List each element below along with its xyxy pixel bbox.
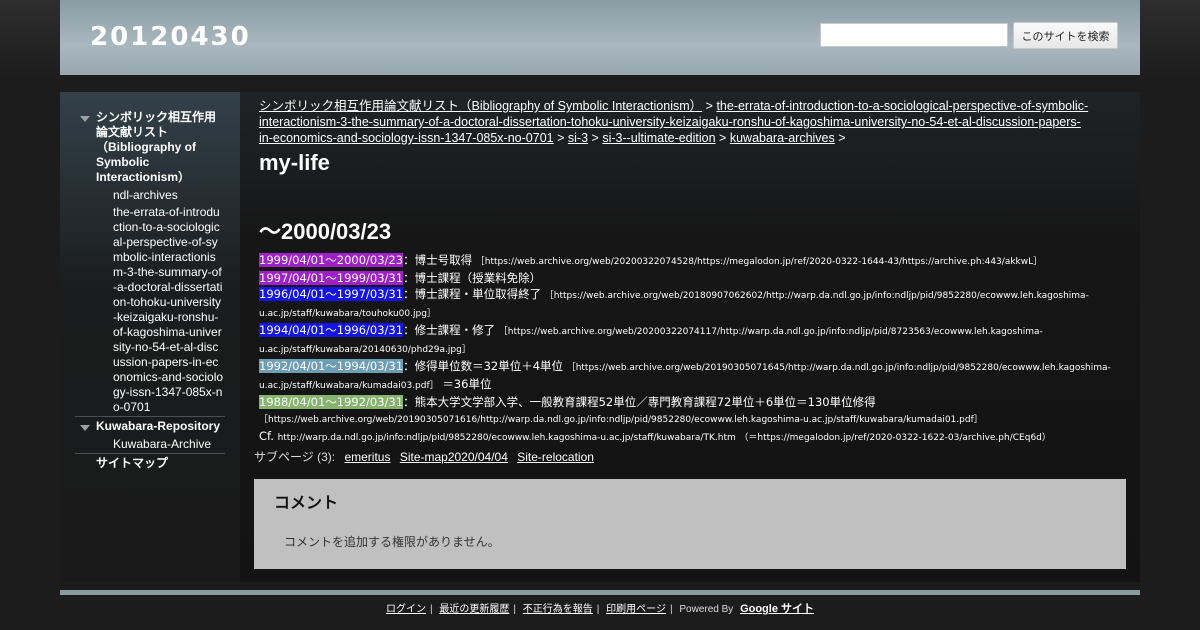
entry-text: ：熊本大学文学部入学、一般教育課程52単位／専門教育課程72単位＋6単位＝130… bbox=[403, 395, 876, 409]
cf-prefix: Cf. bbox=[259, 429, 274, 443]
breadcrumb-separator: > bbox=[705, 99, 713, 113]
site-title[interactable]: 20120430 bbox=[90, 22, 251, 52]
breadcrumb-separator: > bbox=[719, 131, 727, 145]
section-heading: ～2000/03/23 bbox=[259, 219, 392, 244]
breadcrumb: シンボリック相互作用論文献リスト（Bibliography of Symboli… bbox=[259, 98, 1089, 146]
entry-date-highlight: 1992/04/01～1994/03/31 bbox=[259, 359, 404, 373]
footer-google-sites-link[interactable]: Google サイト bbox=[740, 603, 814, 615]
main-content: シンボリック相互作用論文献リスト（Bibliography of Symboli… bbox=[240, 92, 1140, 582]
sidebar-item-kuwabara-repository[interactable]: Kuwabara-Repository bbox=[96, 419, 220, 434]
sidebar-section-bibliography: シンボリック相互作用論文献リスト（Bibliography of Symboli… bbox=[75, 108, 225, 416]
comments-panel: コメント コメントを追加する権限がありません。 bbox=[254, 479, 1126, 569]
search-input[interactable] bbox=[820, 23, 1008, 47]
subpage-link[interactable]: emeritus bbox=[344, 450, 390, 464]
subpages-label: サブページ (3): bbox=[254, 450, 336, 464]
cf-line: Cf. http://warp.da.ndl.go.jp/info:ndljp/… bbox=[259, 428, 1119, 446]
breadcrumb-separator: > bbox=[591, 131, 599, 145]
subpages: サブページ (3): emeritus Site-map2020/04/04 S… bbox=[254, 448, 594, 465]
entry-date-highlight: 1996/04/01～1997/03/31 bbox=[259, 287, 404, 301]
cf-alt-link[interactable]: （＝https://megalodon.jp/ref/2020-0322-162… bbox=[739, 433, 1050, 443]
footer-login-link[interactable]: ログイン bbox=[386, 604, 426, 615]
entry-text: ：博士号取得 bbox=[403, 253, 473, 267]
expand-triangle-icon[interactable] bbox=[80, 425, 90, 431]
breadcrumb-link[interactable]: si-3 bbox=[568, 131, 588, 145]
cf-link[interactable]: http://warp.da.ndl.go.jp/info:ndljp/pid/… bbox=[278, 433, 736, 443]
entry-tail: ＝36単位 bbox=[442, 377, 492, 391]
sidebar-section-header[interactable]: シンボリック相互作用論文献リスト（Bibliography of Symboli… bbox=[75, 108, 225, 187]
subpage-link[interactable]: Site-map2020/04/04 bbox=[400, 450, 508, 464]
entry-date-highlight: 1988/04/01～1992/03/31 bbox=[259, 395, 404, 409]
site-header: 20120430 このサイトを検索 bbox=[60, 0, 1140, 75]
footer-recent-changes-link[interactable]: 最近の更新履歴 bbox=[439, 604, 509, 615]
timeline-entry: 1994/04/01～1996/03/31：修士課程・修了 ［https://w… bbox=[259, 322, 1119, 358]
footer-print-page-link[interactable]: 印刷用ページ bbox=[606, 604, 666, 615]
entry-archive-link[interactable]: ［https://web.archive.org/web/20190305071… bbox=[259, 415, 983, 425]
entry-text: ：修士課程・修了 bbox=[403, 323, 496, 337]
breadcrumb-link[interactable]: シンボリック相互作用論文献リスト（Bibliography of Symboli… bbox=[259, 99, 702, 113]
sidebar-item-bibliography[interactable]: シンボリック相互作用論文献リスト（Bibliography of Symboli… bbox=[96, 110, 225, 185]
sidebar-section-repository: Kuwabara-Repository Kuwabara-Archive bbox=[75, 416, 225, 453]
breadcrumb-separator: > bbox=[838, 131, 846, 145]
sidebar-nav: シンボリック相互作用論文献リスト（Bibliography of Symboli… bbox=[60, 92, 240, 582]
entry-text: ：博士課程（授業料免除） bbox=[403, 271, 542, 285]
search-button[interactable]: このサイトを検索 bbox=[1013, 22, 1118, 49]
sidebar-section-header[interactable]: Kuwabara-Repository bbox=[75, 417, 225, 436]
breadcrumb-link[interactable]: kuwabara-archives bbox=[730, 131, 835, 145]
breadcrumb-separator: > bbox=[557, 131, 565, 145]
sidebar-item-ndl-archives[interactable]: ndl-archives bbox=[75, 187, 225, 204]
timeline-entry: 1996/04/01～1997/03/31：博士課程・単位取得終了 ［https… bbox=[259, 286, 1119, 322]
comments-message: コメントを追加する権限がありません。 bbox=[284, 535, 500, 549]
sidebar-item-sitemap[interactable]: サイトマップ bbox=[96, 456, 168, 471]
breadcrumb-link[interactable]: si-3--ultimate-edition bbox=[602, 131, 715, 145]
sidebar-item-the-errata[interactable]: the-errata-of-introduction-to-a-sociolog… bbox=[75, 204, 225, 416]
entry-archive-link[interactable]: ［https://web.archive.org/web/20200322074… bbox=[476, 257, 1042, 267]
site-footer: ログイン | 最近の更新履歴 | 不正行為を報告 | 印刷用ページ | Powered … bbox=[385, 603, 815, 615]
entry-text: ：博士課程・単位取得終了 bbox=[403, 287, 542, 301]
timeline-entry: 1999/04/01～2000/03/23：博士号取得 ［https://web… bbox=[259, 252, 1119, 270]
comments-heading: コメント bbox=[274, 493, 339, 512]
sidebar-section-sitemap: サイトマップ bbox=[75, 453, 225, 473]
footer-divider bbox=[60, 590, 1140, 595]
subpage-link[interactable]: Site-relocation bbox=[517, 450, 594, 464]
sidebar-section-header[interactable]: サイトマップ bbox=[75, 454, 225, 473]
footer-report-abuse-link[interactable]: 不正行為を報告 bbox=[523, 604, 593, 615]
page-title: my-life bbox=[259, 150, 330, 175]
timeline-entry: 1988/04/01～1992/03/31：熊本大学文学部入学、一般教育課程52… bbox=[259, 394, 1119, 428]
timeline-entry: 1997/04/01～1999/03/31：博士課程（授業料免除） bbox=[259, 270, 1119, 286]
expand-triangle-icon[interactable] bbox=[80, 116, 90, 122]
entry-text: ：修得単位数＝32単位＋4単位 bbox=[403, 359, 564, 373]
footer-powered-by: Powered By bbox=[679, 604, 734, 615]
sidebar-item-kuwabara-archive[interactable]: Kuwabara-Archive bbox=[75, 436, 225, 453]
timeline-entry: 1992/04/01～1994/03/31：修得単位数＝32単位＋4単位 ［ht… bbox=[259, 358, 1119, 394]
entry-date-highlight: 1999/04/01～2000/03/23 bbox=[259, 253, 404, 267]
entry-date-highlight: 1997/04/01～1999/03/31 bbox=[259, 271, 404, 285]
entry-date-highlight: 1994/04/01～1996/03/31 bbox=[259, 323, 404, 337]
timeline-entries: 1999/04/01～2000/03/23：博士号取得 ［https://web… bbox=[259, 252, 1119, 446]
